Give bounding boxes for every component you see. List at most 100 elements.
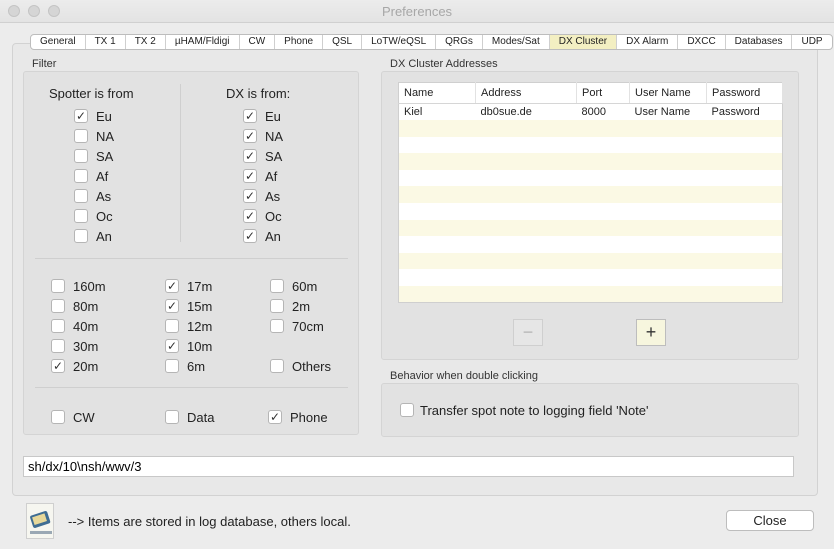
dx-sa-option[interactable]: ✓ SA: [243, 148, 282, 164]
band-80m-option[interactable]: 80m: [51, 298, 98, 314]
spotter-sa-option[interactable]: SA: [74, 148, 113, 164]
dx-af-checkbox[interactable]: ✓: [243, 169, 257, 183]
tab-modes-sat[interactable]: Modes/Sat: [483, 35, 550, 49]
band-160m-checkbox[interactable]: [51, 279, 65, 293]
cell-user-name[interactable]: User Name: [630, 104, 707, 121]
spotter-sa-checkbox[interactable]: [74, 149, 88, 163]
table-row[interactable]: Kiel db0sue.de 8000 User Name Password: [399, 104, 783, 121]
tab-udp[interactable]: UDP: [792, 35, 831, 49]
dx-eu-checkbox[interactable]: ✓: [243, 109, 257, 123]
band-17m-option[interactable]: ✓ 17m: [165, 278, 212, 294]
band-70cm-option[interactable]: 70cm: [270, 318, 324, 334]
dx-na-option[interactable]: ✓ NA: [243, 128, 283, 144]
band-12m-checkbox[interactable]: [165, 319, 179, 333]
cell-port: [577, 137, 630, 154]
add-cluster-button[interactable]: +: [636, 319, 666, 346]
tab-databases[interactable]: Databases: [726, 35, 793, 49]
band-10m-checkbox[interactable]: ✓: [165, 339, 179, 353]
tab-qrgs[interactable]: QRGs: [436, 35, 483, 49]
band-2m-option[interactable]: 2m: [270, 298, 310, 314]
tab-dx-alarm[interactable]: DX Alarm: [617, 35, 679, 49]
spotter-oc-checkbox[interactable]: [74, 209, 88, 223]
mode-cw-option[interactable]: CW: [51, 409, 95, 425]
column-header-address[interactable]: Address: [475, 82, 577, 104]
band-15m-checkbox[interactable]: ✓: [165, 299, 179, 313]
dx-oc-checkbox[interactable]: ✓: [243, 209, 257, 223]
band-15m-option[interactable]: ✓ 15m: [165, 298, 212, 314]
tab-tx-2[interactable]: TX 2: [126, 35, 166, 49]
spotter-as-option[interactable]: As: [74, 188, 111, 204]
transfer-note-option[interactable]: Transfer spot note to logging field 'Not…: [400, 402, 649, 418]
band-6m-option[interactable]: 6m: [165, 358, 205, 374]
mode-data-checkbox[interactable]: [165, 410, 179, 424]
band-40m-checkbox[interactable]: [51, 319, 65, 333]
column-header-name[interactable]: Name: [398, 82, 476, 104]
checkmark-icon: ✓: [244, 109, 256, 123]
band-60m-checkbox[interactable]: [270, 279, 284, 293]
remove-cluster-button[interactable]: −: [513, 319, 543, 346]
band-80m-checkbox[interactable]: [51, 299, 65, 313]
dx-af-option[interactable]: ✓ Af: [243, 168, 277, 184]
spotter-an-checkbox[interactable]: [74, 229, 88, 243]
band-others-checkbox[interactable]: [270, 359, 284, 373]
spotter-na-checkbox[interactable]: [74, 129, 88, 143]
mode-cw-checkbox[interactable]: [51, 410, 65, 424]
band-60m-option[interactable]: 60m: [270, 278, 317, 294]
spotter-eu-option[interactable]: ✓ Eu: [74, 108, 112, 124]
spotter-as-checkbox[interactable]: [74, 189, 88, 203]
dx-as-checkbox[interactable]: ✓: [243, 189, 257, 203]
tab-dxcc[interactable]: DXCC: [678, 35, 726, 49]
tab-lotw-eqsl[interactable]: LoTW/eQSL: [362, 35, 437, 49]
mode-phone-option[interactable]: ✓ Phone: [268, 409, 328, 425]
band-6m-checkbox[interactable]: [165, 359, 179, 373]
cell-address[interactable]: db0sue.de: [476, 104, 577, 121]
cell-password[interactable]: Password: [707, 104, 783, 121]
band-30m-checkbox[interactable]: [51, 339, 65, 353]
band-20m-checkbox[interactable]: ✓: [51, 359, 65, 373]
table-row: [398, 153, 783, 170]
tab-ham-fldigi[interactable]: µHAM/Fldigi: [166, 35, 240, 49]
band-40m-option[interactable]: 40m: [51, 318, 98, 334]
dx-as-option[interactable]: ✓ As: [243, 188, 280, 204]
tab-phone[interactable]: Phone: [275, 35, 324, 49]
cell-user-name: [629, 286, 707, 303]
band-20m-label: 20m: [73, 358, 99, 374]
spotter-af-checkbox[interactable]: [74, 169, 88, 183]
dx-an-checkbox[interactable]: ✓: [243, 229, 257, 243]
dx-sa-checkbox[interactable]: ✓: [243, 149, 257, 163]
band-12m-option[interactable]: 12m: [165, 318, 212, 334]
band-2m-checkbox[interactable]: [270, 299, 284, 313]
tab-cw[interactable]: CW: [240, 35, 276, 49]
tab-tx-1[interactable]: TX 1: [86, 35, 126, 49]
dx-na-checkbox[interactable]: ✓: [243, 129, 257, 143]
column-header-port[interactable]: Port: [576, 82, 630, 104]
tab-general[interactable]: General: [31, 35, 86, 49]
band-10m-option[interactable]: ✓ 10m: [165, 338, 212, 354]
spotter-oc-option[interactable]: Oc: [74, 208, 113, 224]
dx-an-option[interactable]: ✓ An: [243, 228, 281, 244]
spotter-an-option[interactable]: An: [74, 228, 112, 244]
band-70cm-checkbox[interactable]: [270, 319, 284, 333]
spotter-af-option[interactable]: Af: [74, 168, 108, 184]
band-160m-option[interactable]: 160m: [51, 278, 106, 294]
mode-data-option[interactable]: Data: [165, 409, 214, 425]
tab-qsl[interactable]: QSL: [323, 35, 363, 49]
dx-na-label: NA: [265, 128, 284, 144]
band-17m-checkbox[interactable]: ✓: [165, 279, 179, 293]
close-button[interactable]: Close: [726, 510, 814, 531]
band-20m-option[interactable]: ✓ 20m: [51, 358, 98, 374]
band-30m-option[interactable]: 30m: [51, 338, 98, 354]
cell-port[interactable]: 8000: [577, 104, 630, 121]
column-header-user-name[interactable]: User Name: [629, 82, 707, 104]
dx-eu-option[interactable]: ✓ Eu: [243, 108, 281, 124]
cell-name[interactable]: Kiel: [399, 104, 476, 121]
transfer-note-checkbox[interactable]: [400, 403, 414, 417]
dx-oc-option[interactable]: ✓ Oc: [243, 208, 282, 224]
spotter-eu-checkbox[interactable]: ✓: [74, 109, 88, 123]
cluster-command-input[interactable]: [23, 456, 794, 477]
spotter-na-option[interactable]: NA: [74, 128, 114, 144]
tab-dx-cluster[interactable]: DX Cluster: [549, 35, 618, 49]
column-header-password[interactable]: Password: [706, 82, 783, 104]
band-others-option[interactable]: Others: [270, 358, 331, 374]
mode-phone-checkbox[interactable]: ✓: [268, 410, 282, 424]
